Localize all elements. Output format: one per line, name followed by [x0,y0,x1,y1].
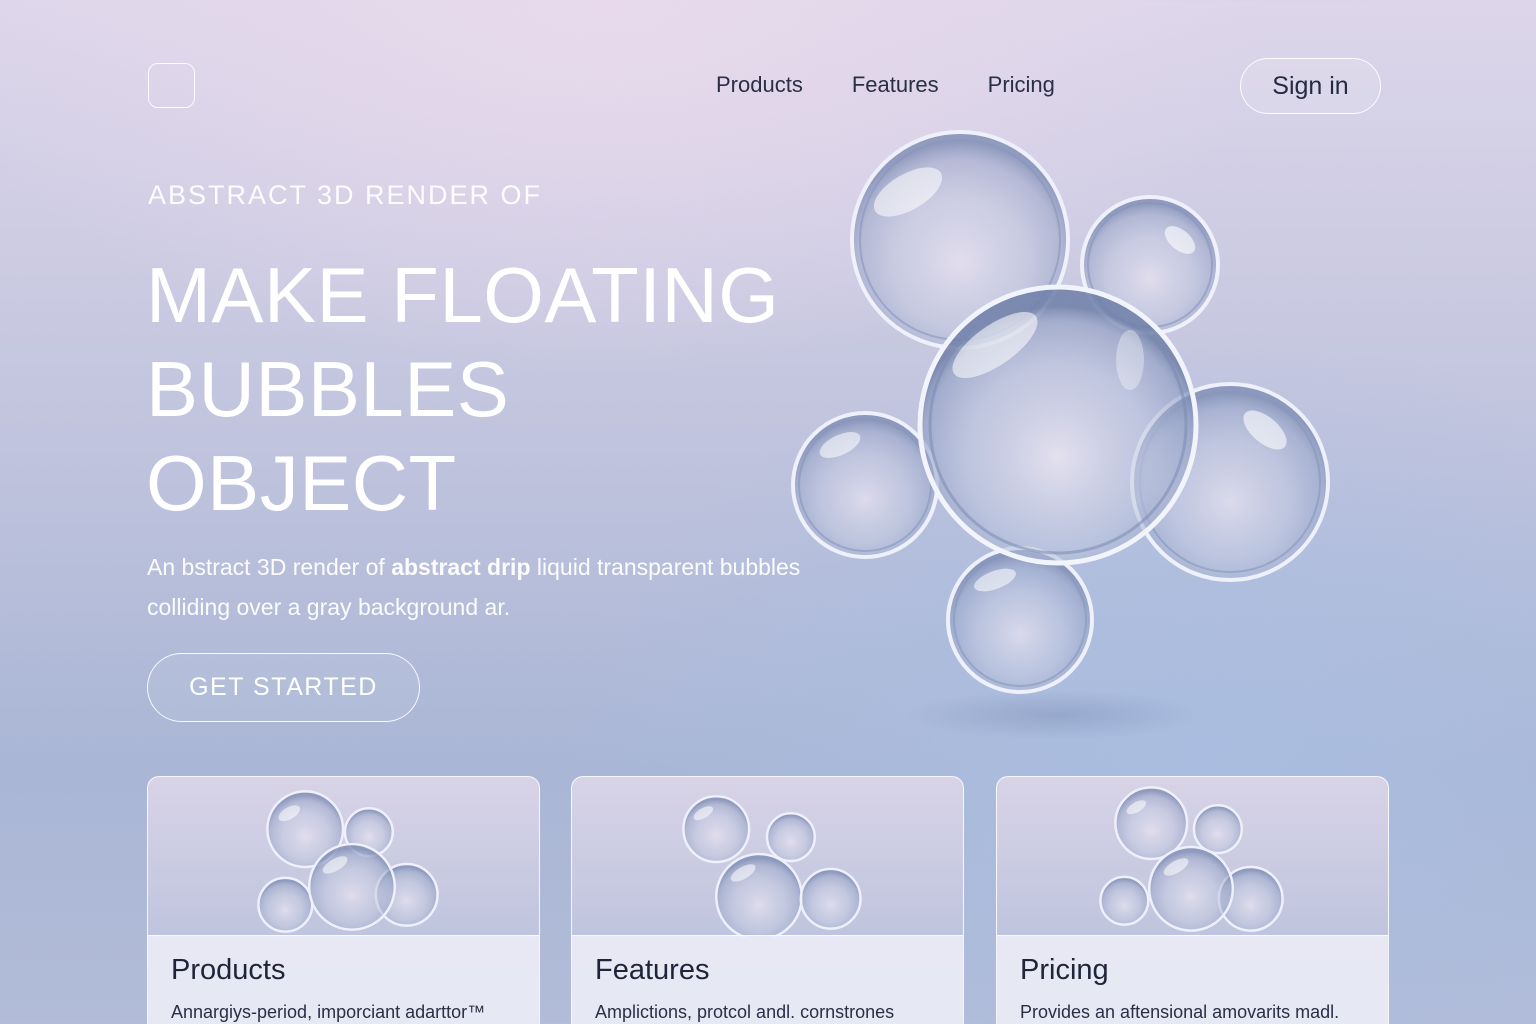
logo-icon[interactable] [148,63,195,108]
sign-in-button[interactable]: Sign in [1240,58,1381,114]
get-started-button[interactable]: GET STARTED [147,653,420,722]
headline-line-3: OBJECT [146,439,457,527]
card-body: Features Amplictions, protcol andl. corn… [572,935,963,1024]
nav-link-pricing[interactable]: Pricing [988,70,1055,100]
hero-bubbles-illustration [791,130,1330,694]
card-body: Pricing Provides an aftensional amovarit… [997,935,1388,1024]
bubble [946,546,1094,694]
card-features[interactable]: Features Amplictions, protcol andl. corn… [571,776,964,1024]
card-bubbles-illustration [1099,786,1284,932]
hero-eyebrow: ABSTRACT 3D RENDER OF [148,180,543,210]
headline-line-2: BUBBLES [146,345,510,433]
bubble [917,284,1199,566]
card-products[interactable]: Products Annargiys-period, imporciant ad… [147,776,540,1024]
nav-link-features[interactable]: Features [852,70,939,100]
hero-headline: MAKE FLOATING BUBBLES OBJECT [146,248,846,530]
hero-description: An bstract 3D render of abstract drip li… [147,547,807,627]
nav-link-products[interactable]: Products [716,70,803,100]
card-text: Provides an aftensional amovarits madl. [1020,1002,1340,1022]
card-text: Annargiys-period, imporciant adarttor™ [171,1002,486,1022]
card-title: Products [171,954,286,986]
card-title: Pricing [1020,954,1109,986]
card-pricing[interactable]: Pricing Provides an aftensional amovarit… [996,776,1389,1024]
bubble [791,411,939,559]
card-body: Products Annargiys-period, imporciant ad… [148,935,539,1024]
headline-line-1: MAKE FLOATING [146,251,780,339]
desc-bold: abstract drip [391,554,531,580]
card-bubbles-illustration [257,790,439,933]
card-text: Amplictions, protcol andl. cornstrones [595,1002,895,1022]
card-title: Features [595,954,710,986]
main-nav: Products Features Pricing [700,70,1104,100]
card-bubbles-illustration [682,795,862,937]
desc-prefix: An bstract 3D render of [147,554,392,580]
